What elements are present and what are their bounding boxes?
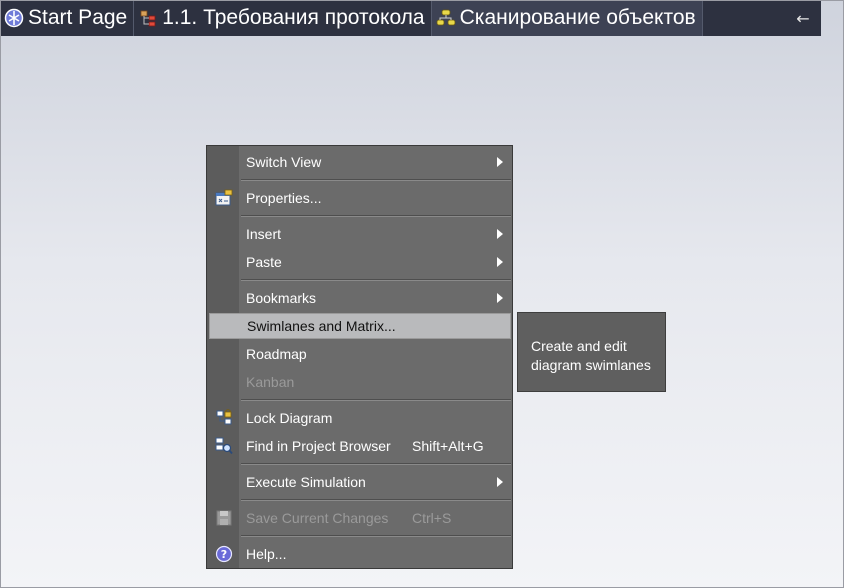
tab-object-scanning[interactable]: Сканирование объектов	[431, 0, 703, 36]
start-page-icon	[4, 8, 24, 28]
submenu-arrow-icon	[497, 293, 503, 303]
menu-separator	[241, 463, 511, 465]
menu-separator	[241, 399, 511, 401]
submenu-arrow-icon	[497, 477, 503, 487]
menu-item-lock-diagram[interactable]: Lock Diagram	[208, 406, 511, 430]
tooltip-line: Create and edit	[531, 338, 627, 354]
tooltip-line: diagram swimlanes	[531, 357, 651, 373]
submenu-arrow-icon	[497, 229, 503, 239]
menu-item-bookmarks[interactable]: Bookmarks	[208, 286, 511, 310]
arrow-left-icon[interactable]: ←	[785, 0, 821, 36]
activity-diagram-icon	[436, 8, 456, 28]
menu-separator	[241, 535, 511, 537]
menu-item-roadmap[interactable]: Roadmap	[208, 342, 511, 366]
shortcut-label: Ctrl+S	[412, 510, 452, 526]
properties-icon	[215, 189, 233, 207]
lock-diagram-icon	[215, 409, 233, 427]
shortcut-label: Shift+Alt+G	[412, 438, 484, 454]
swimlanes-tooltip: Create and edit diagram swimlanes	[517, 312, 666, 392]
menu-separator	[241, 179, 511, 181]
find-in-browser-icon	[215, 437, 233, 455]
menu-item-swimlanes-and-matrix[interactable]: Swimlanes and Matrix...	[209, 313, 511, 339]
menu-item-find-in-project-browser[interactable]: Find in Project Browser Shift+Alt+G	[208, 434, 511, 458]
menu-separator	[241, 215, 511, 217]
tab-start-page[interactable]: Start Page	[0, 0, 135, 36]
menu-item-properties[interactable]: Properties...	[208, 186, 511, 210]
menu-item-kanban[interactable]: Kanban	[208, 370, 511, 394]
tab-label: 1.1. Требования протокола	[162, 6, 425, 29]
tab-requirements[interactable]: 1.1. Требования протокола	[134, 0, 432, 36]
menu-item-paste[interactable]: Paste	[208, 250, 511, 274]
document-tab-bar: Start Page 1.1. Требования протокола Ска…	[0, 0, 821, 36]
save-icon	[215, 509, 233, 527]
menu-item-insert[interactable]: Insert	[208, 222, 511, 246]
svg-text:?: ?	[221, 548, 227, 561]
menu-item-switch-view[interactable]: Switch View	[208, 150, 511, 174]
diagram-context-menu: Switch View Properties... Insert Paste B…	[206, 145, 513, 569]
menu-separator	[241, 279, 511, 281]
tab-label: Сканирование объектов	[459, 6, 696, 29]
menu-item-save-current-changes[interactable]: Save Current Changes Ctrl+S	[208, 506, 511, 530]
tab-label: Start Page	[28, 6, 128, 29]
submenu-arrow-icon	[497, 157, 503, 167]
requirements-diagram-icon	[138, 8, 158, 28]
help-icon: ?	[215, 545, 233, 563]
menu-item-execute-simulation[interactable]: Execute Simulation	[208, 470, 511, 494]
submenu-arrow-icon	[497, 257, 503, 267]
menu-separator	[241, 499, 511, 501]
menu-item-help[interactable]: ? Help...	[208, 542, 511, 566]
